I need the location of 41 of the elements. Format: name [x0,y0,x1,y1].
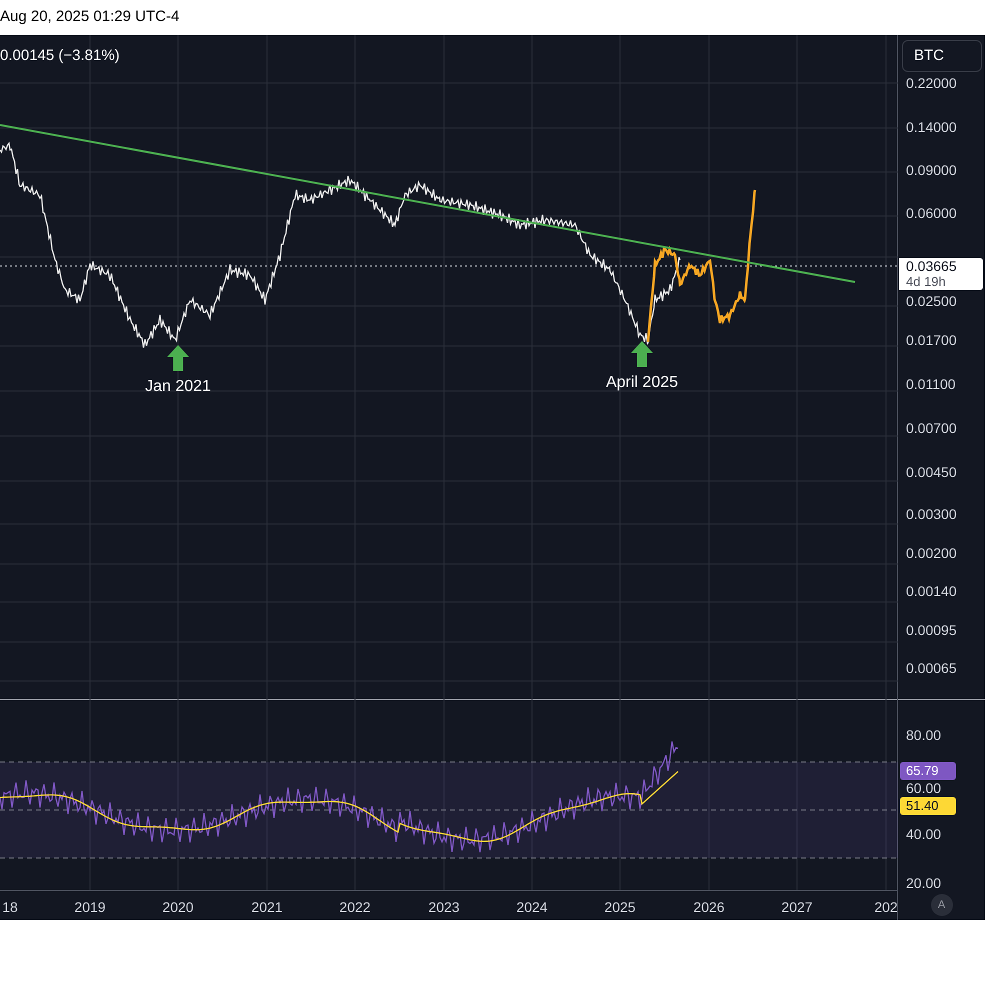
time-axis-label: 202 [874,898,898,917]
time-axis-label: 2027 [781,898,813,917]
rsi-axis-label: 80.00 [905,728,942,742]
price-axis-label: 0.09000 [906,162,957,178]
up-arrow-icon [167,345,189,371]
auto-scale-button[interactable]: A [930,894,952,916]
current-price: 0.03665 [906,259,958,274]
price-axis-label: 0.00700 [906,420,957,436]
timestamp: Aug 20, 2025 01:29 UTC-4 [0,7,180,28]
candle-countdown: 4d 19h [906,274,947,289]
annotation-label: Jan 2021 [145,377,211,397]
price-axis-label: 0.00300 [906,506,957,522]
price-axis-label: 0.14000 [906,119,957,136]
rsi-value-badge: 65.79 [900,762,956,780]
symbol-button[interactable]: BTC [902,40,982,72]
time-axis-label: 2019 [74,898,106,917]
time-axis-label: 2024 [516,898,548,917]
time-axis-label: 2020 [162,898,194,917]
price-axis-label: 0.01100 [906,376,956,392]
price-axis-label: 0.06000 [906,205,957,222]
rsi-axis-label: 40.00 [905,827,942,841]
annotation-label: April 2025 [606,373,678,393]
price-axis-label: 0.00065 [906,660,957,676]
price-change: 0.00145 (−3.81%) [0,46,120,66]
up-arrow-icon [631,341,653,367]
price-axis-label: 0.00200 [906,545,957,562]
price-axis-label: 0.01700 [906,332,957,348]
price-axis-label: 0.00450 [906,464,957,480]
price-axis-label: 0.00095 [906,622,957,638]
price-axis-label: 0.02500 [906,293,957,310]
price-axis-label: 0.22000 [906,75,957,91]
rsi-value-badge: 51.40 [900,797,956,815]
time-axis-label: 2026 [693,898,725,917]
time-axis-label: 2022 [339,898,371,917]
time-axis-label: 18 [2,898,18,917]
time-axis-label: 2025 [604,898,636,917]
time-axis-label: 2021 [251,898,283,917]
time-axis-label: 2023 [428,898,460,917]
rsi-axis-label: 20.00 [905,876,942,890]
rsi-axis-label: 60.00 [905,781,942,795]
price-axis-label: 0.00140 [906,582,957,599]
